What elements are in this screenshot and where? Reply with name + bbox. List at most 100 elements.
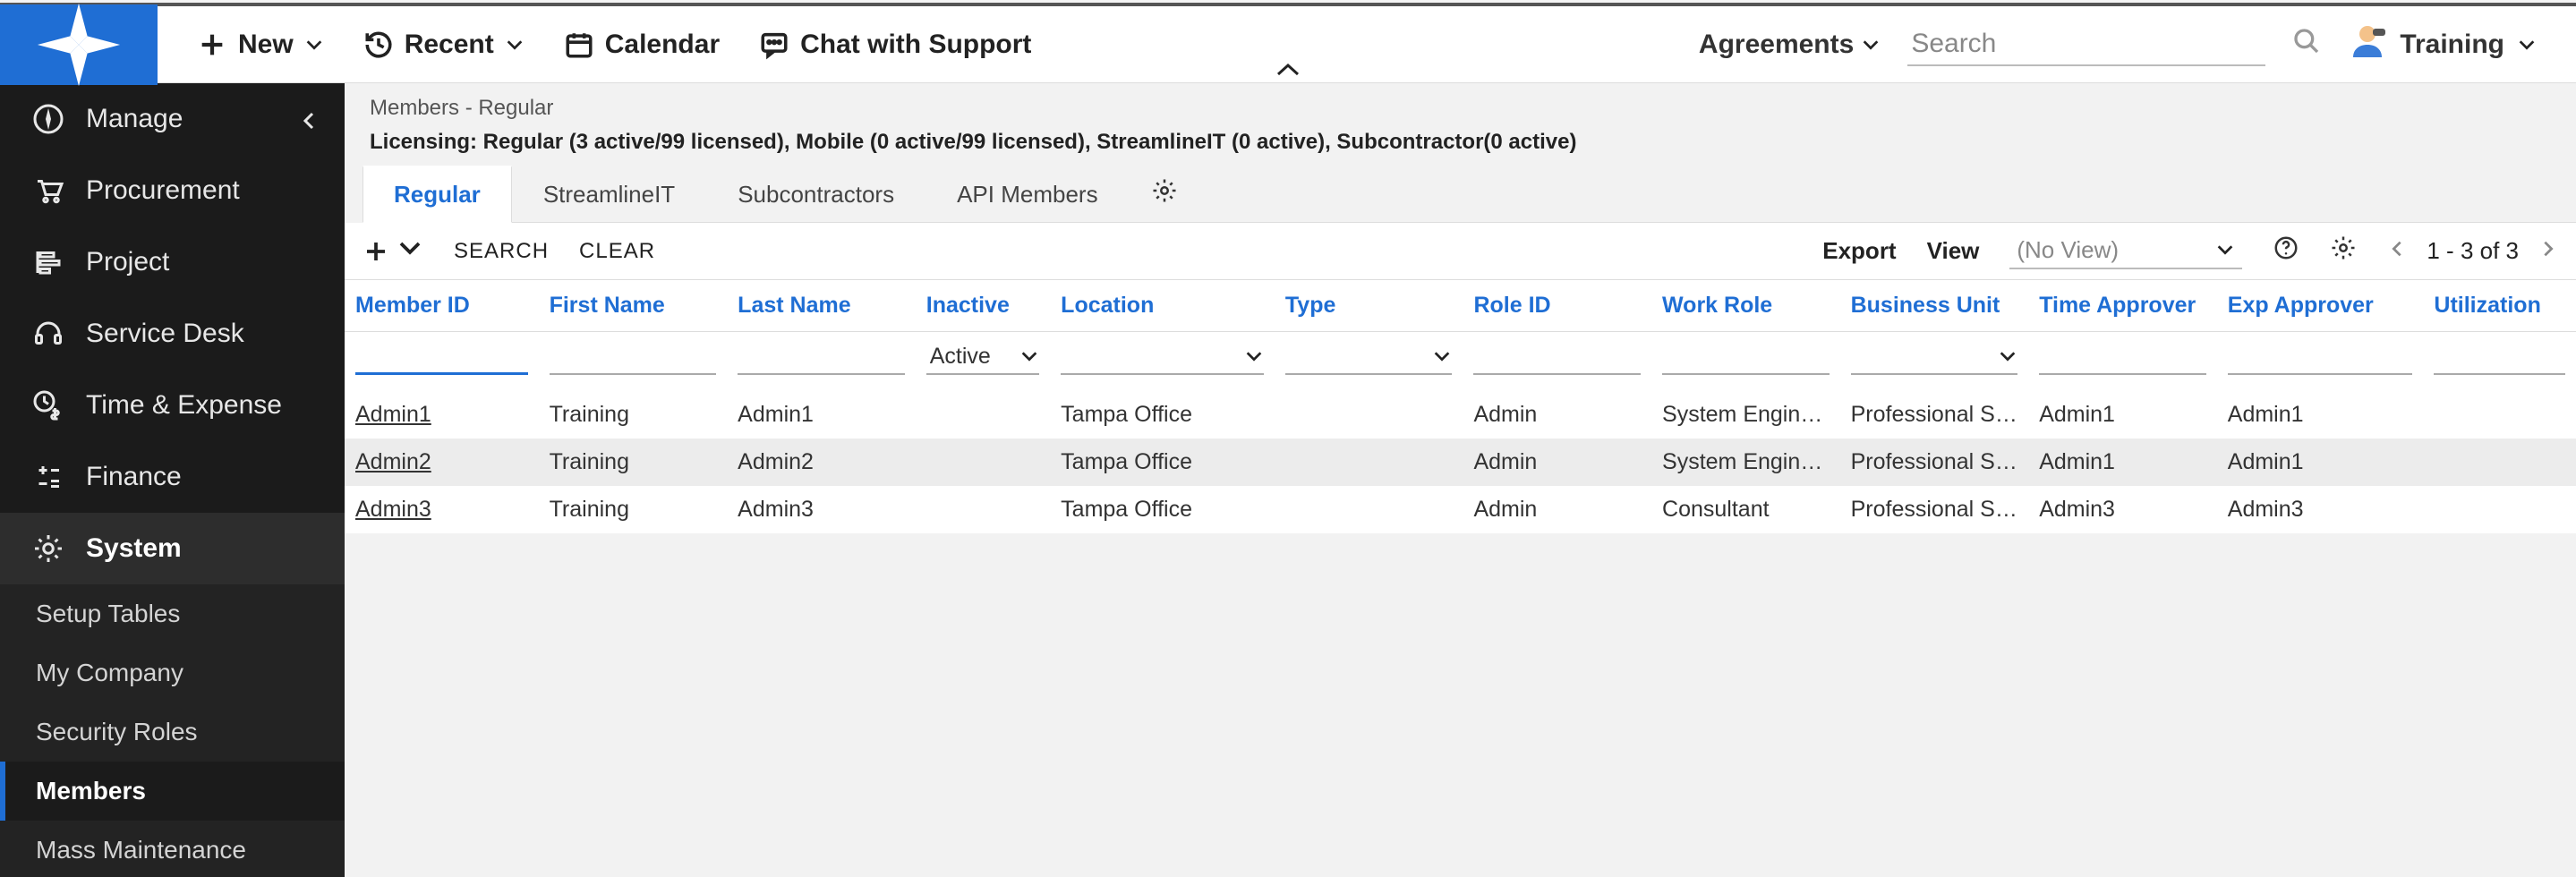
sub-mass-maintenance[interactable]: Mass Maintenance — [0, 821, 345, 877]
tab-regular[interactable]: Regular — [363, 166, 512, 223]
gear-icon — [30, 531, 66, 566]
pager-text: 1 - 3 of 3 — [2427, 237, 2519, 265]
new-label: New — [238, 30, 294, 60]
sub-members[interactable]: Members — [0, 762, 345, 821]
filter-member-id[interactable] — [355, 339, 528, 375]
filter-work-role[interactable] — [1662, 339, 1830, 375]
cell: Professional Servic... — [1840, 486, 2029, 533]
grid-header-row: Member ID First Name Last Name Inactive … — [345, 280, 2576, 332]
pager-prev[interactable] — [2387, 237, 2407, 265]
cell: Professional Servic... — [1840, 438, 2029, 486]
cell: System Engineer — [1651, 438, 1840, 486]
search-button[interactable]: SEARCH — [454, 239, 549, 264]
add-member-button[interactable] — [363, 234, 423, 268]
col-business-unit[interactable]: Business Unit — [1840, 280, 2029, 332]
col-role-id[interactable]: Role ID — [1463, 280, 1651, 332]
sidebar: Manage Procurement Project Service Desk … — [0, 83, 345, 877]
cell: Admin1 — [727, 391, 916, 438]
tab-api-members[interactable]: API Members — [925, 166, 1130, 223]
search-input[interactable] — [1907, 23, 2265, 66]
filter-type[interactable] — [1285, 339, 1453, 375]
view-select[interactable]: (No View) — [2009, 233, 2242, 269]
sidebar-item-system[interactable]: System — [0, 513, 345, 584]
col-inactive[interactable]: Inactive — [916, 280, 1050, 332]
table-row[interactable]: Admin1 Training Admin1 Tampa Office Admi… — [345, 391, 2576, 438]
sidebar-item-service-desk[interactable]: Service Desk — [0, 298, 345, 370]
export-button[interactable]: Export — [1822, 237, 1896, 265]
cell — [2423, 391, 2576, 438]
sub-setup-tables[interactable]: Setup Tables — [0, 584, 345, 643]
chat-support-button[interactable]: Chat with Support — [759, 30, 1031, 60]
calendar-button[interactable]: Calendar — [564, 30, 720, 60]
cell: Admin — [1463, 438, 1651, 486]
chat-label: Chat with Support — [800, 30, 1031, 60]
tab-subcontractors[interactable]: Subcontractors — [706, 166, 925, 223]
cell: Admin — [1463, 391, 1651, 438]
cell — [1275, 438, 1463, 486]
filter-location[interactable] — [1061, 339, 1264, 375]
col-utilization[interactable]: Utilization — [2423, 280, 2576, 332]
filter-utilization[interactable] — [2434, 339, 2565, 375]
sidebar-label: Procurement — [86, 175, 240, 206]
tab-settings-button[interactable] — [1151, 177, 1178, 210]
filter-business-unit[interactable] — [1851, 339, 2018, 375]
view-label: View — [1927, 237, 1980, 265]
recent-label: Recent — [405, 30, 494, 60]
col-location[interactable]: Location — [1050, 280, 1275, 332]
tab-streamlineit[interactable]: StreamlineIT — [512, 166, 706, 223]
search-icon[interactable] — [2292, 27, 2321, 62]
sub-my-company[interactable]: My Company — [0, 643, 345, 702]
filter-last-name[interactable] — [738, 339, 905, 375]
filter-time-approver[interactable] — [2039, 339, 2206, 375]
table-row[interactable]: Admin2 Training Admin2 Tampa Office Admi… — [345, 438, 2576, 486]
cell: Training — [539, 438, 728, 486]
col-type[interactable]: Type — [1275, 280, 1463, 332]
user-menu[interactable]: Training — [2348, 21, 2537, 68]
filter-exp-approver[interactable] — [2228, 339, 2413, 375]
col-first-name[interactable]: First Name — [539, 280, 728, 332]
cell: Tampa Office — [1050, 391, 1275, 438]
sub-security-roles[interactable]: Security Roles — [0, 702, 345, 762]
cell: Admin2 — [727, 438, 916, 486]
app-logo[interactable] — [0, 4, 158, 85]
table-row[interactable]: Admin3 Training Admin3 Tampa Office Admi… — [345, 486, 2576, 533]
sidebar-item-finance[interactable]: Finance — [0, 441, 345, 513]
sidebar-item-procurement[interactable]: Procurement — [0, 155, 345, 226]
cell: Professional Servic... — [1840, 391, 2029, 438]
content-area: Members - Regular Licensing: Regular (3 … — [345, 83, 2576, 877]
filter-inactive[interactable]: Active — [926, 339, 1039, 375]
col-last-name[interactable]: Last Name — [727, 280, 916, 332]
filter-role-id[interactable] — [1473, 339, 1641, 375]
col-work-role[interactable]: Work Role — [1651, 280, 1840, 332]
member-link[interactable]: Admin1 — [355, 402, 431, 427]
col-member-id[interactable]: Member ID — [345, 280, 539, 332]
cell — [2423, 438, 2576, 486]
recent-menu[interactable]: Recent — [363, 30, 525, 60]
sidebar-item-project[interactable]: Project — [0, 226, 345, 298]
cell — [916, 486, 1050, 533]
sidebar-item-time-expense[interactable]: Time & Expense — [0, 370, 345, 441]
cell — [2423, 486, 2576, 533]
cell: Admin3 — [2028, 486, 2217, 533]
sidebar-submenu: Setup Tables My Company Security Roles M… — [0, 584, 345, 877]
user-label: Training — [2400, 30, 2504, 60]
sidebar-label: Time & Expense — [86, 390, 282, 421]
member-link[interactable]: Admin3 — [355, 497, 431, 522]
filter-first-name[interactable] — [550, 339, 717, 375]
agreements-menu[interactable]: Agreements — [1699, 30, 1881, 60]
help-icon[interactable] — [2273, 234, 2299, 268]
collapse-topbar-button[interactable] — [1275, 56, 1301, 84]
clear-button[interactable]: CLEAR — [579, 239, 655, 264]
sidebar-collapse-button[interactable] — [298, 110, 320, 138]
grid-settings-icon[interactable] — [2330, 234, 2357, 268]
sidebar-item-manage[interactable]: Manage — [0, 83, 345, 155]
member-link[interactable]: Admin2 — [355, 449, 431, 474]
pager-next[interactable] — [2538, 237, 2558, 265]
new-menu[interactable]: New — [197, 30, 324, 60]
cell — [1275, 391, 1463, 438]
history-icon — [363, 30, 394, 60]
members-grid: Member ID First Name Last Name Inactive … — [345, 280, 2576, 533]
sidebar-label: Service Desk — [86, 319, 244, 349]
col-time-approver[interactable]: Time Approver — [2028, 280, 2217, 332]
col-exp-approver[interactable]: Exp Approver — [2217, 280, 2424, 332]
